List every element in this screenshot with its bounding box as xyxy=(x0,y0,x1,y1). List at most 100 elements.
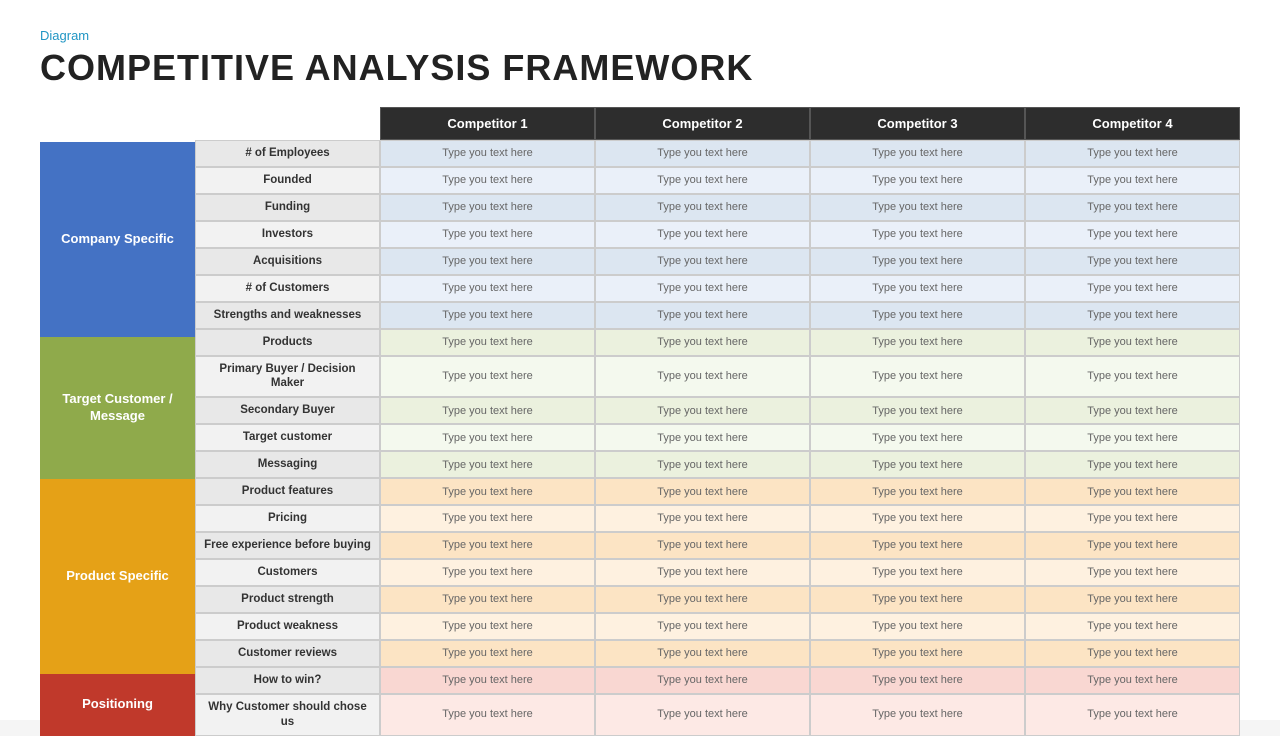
data-cell[interactable]: Type you text here xyxy=(380,397,595,424)
data-cell[interactable]: Type you text here xyxy=(595,424,810,451)
data-cell[interactable]: Type you text here xyxy=(1025,275,1240,302)
data-cell[interactable]: Type you text here xyxy=(810,586,1025,613)
data-cell[interactable]: Type you text here xyxy=(810,167,1025,194)
data-cell[interactable]: Type you text here xyxy=(1025,478,1240,505)
cat-product: Product Specific xyxy=(40,479,195,674)
data-cell[interactable]: Type you text here xyxy=(810,667,1025,694)
data-cell[interactable]: Type you text here xyxy=(595,356,810,398)
data-cell[interactable]: Type you text here xyxy=(810,424,1025,451)
row-label: Customer reviews xyxy=(195,640,380,667)
data-cell[interactable]: Type you text here xyxy=(595,694,810,736)
data-cell[interactable]: Type you text here xyxy=(380,248,595,275)
data-cell[interactable]: Type you text here xyxy=(380,356,595,398)
data-cell[interactable]: Type you text here xyxy=(595,640,810,667)
row-label: Strengths and weaknesses xyxy=(195,302,380,329)
data-cell[interactable]: Type you text here xyxy=(595,275,810,302)
data-cell[interactable]: Type you text here xyxy=(810,194,1025,221)
data-cell[interactable]: Type you text here xyxy=(595,451,810,478)
data-cell[interactable]: Type you text here xyxy=(1025,140,1240,167)
data-cell[interactable]: Type you text here xyxy=(380,424,595,451)
data-cell[interactable]: Type you text here xyxy=(595,167,810,194)
data-cell[interactable]: Type you text here xyxy=(1025,356,1240,398)
data-cell[interactable]: Type you text here xyxy=(595,559,810,586)
data-cell[interactable]: Type you text here xyxy=(380,532,595,559)
data-cell[interactable]: Type you text here xyxy=(810,397,1025,424)
data-cell[interactable]: Type you text here xyxy=(380,275,595,302)
data-cell[interactable]: Type you text here xyxy=(810,640,1025,667)
data-cell[interactable]: Type you text here xyxy=(380,451,595,478)
data-cell[interactable]: Type you text here xyxy=(380,613,595,640)
data-cell[interactable]: Type you text here xyxy=(810,140,1025,167)
data-cell[interactable]: Type you text here xyxy=(380,559,595,586)
table-row: MessagingType you text hereType you text… xyxy=(195,451,1240,478)
table-row: ProductsType you text hereType you text … xyxy=(195,329,1240,356)
cat-header-spacer xyxy=(40,107,195,142)
data-cell[interactable]: Type you text here xyxy=(1025,694,1240,736)
data-cell[interactable]: Type you text here xyxy=(1025,302,1240,329)
data-cell[interactable]: Type you text here xyxy=(595,302,810,329)
header-empty xyxy=(195,107,380,140)
data-cell[interactable]: Type you text here xyxy=(810,329,1025,356)
row-label: Acquisitions xyxy=(195,248,380,275)
data-cell[interactable]: Type you text here xyxy=(380,586,595,613)
table-row: PricingType you text hereType you text h… xyxy=(195,505,1240,532)
data-cell[interactable]: Type you text here xyxy=(1025,424,1240,451)
data-cell[interactable]: Type you text here xyxy=(595,667,810,694)
data-cell[interactable]: Type you text here xyxy=(810,356,1025,398)
data-cell[interactable]: Type you text here xyxy=(810,478,1025,505)
data-cell[interactable]: Type you text here xyxy=(1025,194,1240,221)
row-label: Funding xyxy=(195,194,380,221)
data-cell[interactable]: Type you text here xyxy=(810,221,1025,248)
data-cell[interactable]: Type you text here xyxy=(810,559,1025,586)
data-cell[interactable]: Type you text here xyxy=(1025,329,1240,356)
data-cell[interactable]: Type you text here xyxy=(595,478,810,505)
data-cell[interactable]: Type you text here xyxy=(595,329,810,356)
data-cell[interactable]: Type you text here xyxy=(810,505,1025,532)
data-cell[interactable]: Type you text here xyxy=(595,140,810,167)
data-cell[interactable]: Type you text here xyxy=(1025,505,1240,532)
data-cell[interactable]: Type you text here xyxy=(810,302,1025,329)
data-cell[interactable]: Type you text here xyxy=(810,451,1025,478)
data-cell[interactable]: Type you text here xyxy=(595,397,810,424)
data-cell[interactable]: Type you text here xyxy=(1025,248,1240,275)
data-cell[interactable]: Type you text here xyxy=(380,329,595,356)
data-cell[interactable]: Type you text here xyxy=(380,194,595,221)
data-cell[interactable]: Type you text here xyxy=(810,532,1025,559)
data-cell[interactable]: Type you text here xyxy=(1025,532,1240,559)
data-cell[interactable]: Type you text here xyxy=(1025,613,1240,640)
data-cell[interactable]: Type you text here xyxy=(810,275,1025,302)
data-cell[interactable]: Type you text here xyxy=(380,505,595,532)
data-cell[interactable]: Type you text here xyxy=(380,667,595,694)
data-cell[interactable]: Type you text here xyxy=(380,640,595,667)
data-cell[interactable]: Type you text here xyxy=(380,221,595,248)
data-cell[interactable]: Type you text here xyxy=(1025,559,1240,586)
data-cell[interactable]: Type you text here xyxy=(380,478,595,505)
data-cell[interactable]: Type you text here xyxy=(595,221,810,248)
data-cell[interactable]: Type you text here xyxy=(1025,640,1240,667)
data-cell[interactable]: Type you text here xyxy=(595,248,810,275)
data-cell[interactable]: Type you text here xyxy=(380,167,595,194)
data-cell[interactable]: Type you text here xyxy=(595,532,810,559)
data-cell[interactable]: Type you text here xyxy=(595,613,810,640)
data-cell[interactable]: Type you text here xyxy=(380,694,595,736)
table-row: Product weaknessType you text hereType y… xyxy=(195,613,1240,640)
data-cell[interactable]: Type you text here xyxy=(810,248,1025,275)
data-cell[interactable]: Type you text here xyxy=(1025,451,1240,478)
data-cell[interactable]: Type you text here xyxy=(1025,667,1240,694)
data-cell[interactable]: Type you text here xyxy=(1025,586,1240,613)
data-cell[interactable]: Type you text here xyxy=(595,505,810,532)
data-cell[interactable]: Type you text here xyxy=(1025,221,1240,248)
data-cell[interactable]: Type you text here xyxy=(810,694,1025,736)
data-cell[interactable]: Type you text here xyxy=(380,140,595,167)
data-cell[interactable]: Type you text here xyxy=(1025,397,1240,424)
cat-company: Company Specific xyxy=(40,142,195,337)
data-cell[interactable]: Type you text here xyxy=(1025,167,1240,194)
table-row: Why Customer should chose usType you tex… xyxy=(195,694,1240,736)
table-row: Free experience before buyingType you te… xyxy=(195,532,1240,559)
data-cell[interactable]: Type you text here xyxy=(595,586,810,613)
data-cell[interactable]: Type you text here xyxy=(380,302,595,329)
data-cell[interactable]: Type you text here xyxy=(595,194,810,221)
data-cell[interactable]: Type you text here xyxy=(810,613,1025,640)
row-label: Why Customer should chose us xyxy=(195,694,380,736)
row-label: Target customer xyxy=(195,424,380,451)
